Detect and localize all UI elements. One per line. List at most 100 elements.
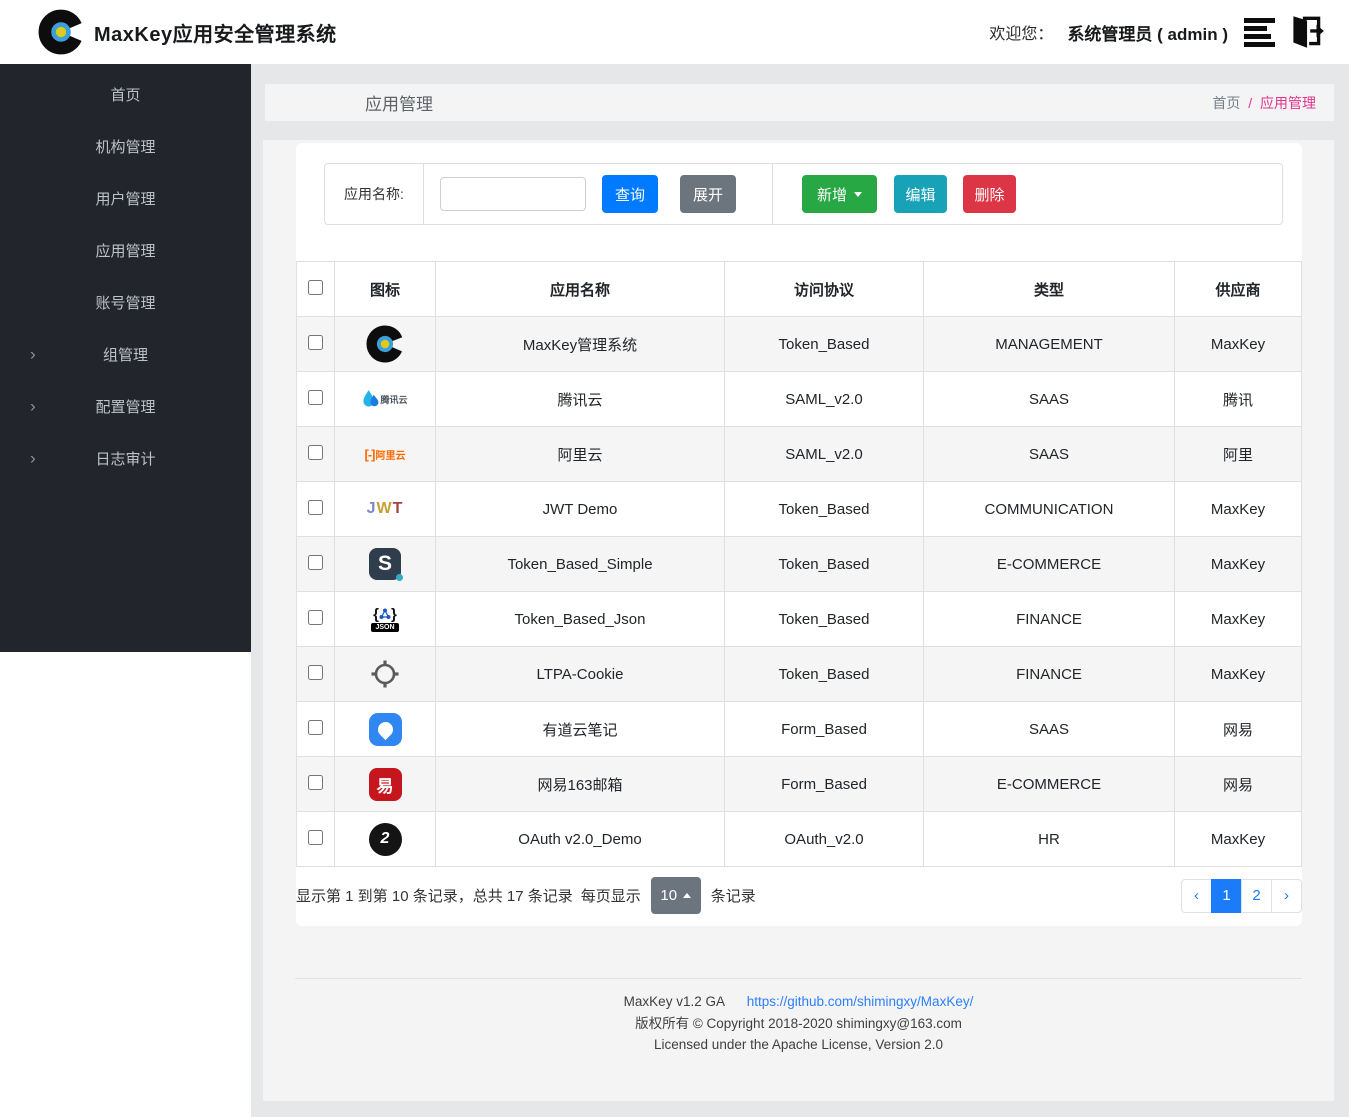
app-name-input[interactable]: [440, 177, 586, 211]
pager-page-button-1[interactable]: 1: [1211, 878, 1242, 913]
page-titlebar: 应用管理 首页 / 应用管理: [265, 84, 1334, 121]
protocol-cell: Form_Based: [724, 756, 924, 812]
records-unit-label: 条记录: [710, 888, 756, 905]
table-row[interactable]: {} JSON Token_Based_Json Token_Based FINANCE…: [296, 591, 1302, 647]
column-header-vendor: 供应商: [1174, 261, 1302, 317]
vendor-cell: MaxKey: [1174, 811, 1302, 867]
app-title: MaxKey应用安全管理系统: [94, 23, 337, 46]
vendor-cell: MaxKey: [1174, 646, 1302, 702]
sidebar-item-2[interactable]: 机构管理: [0, 120, 251, 172]
sidebar-item-label: 应用管理: [95, 242, 156, 260]
row-checkbox[interactable]: [308, 389, 323, 405]
row-checkbox[interactable]: [308, 774, 323, 790]
sidebar-spacer: [0, 652, 251, 1117]
delete-button[interactable]: 删除: [963, 175, 1016, 213]
select-all-cell: [296, 261, 335, 317]
type-cell: SAAS: [923, 371, 1175, 427]
json-icon: {} JSON: [371, 605, 399, 632]
toolbar-divider: [772, 164, 773, 224]
table-row[interactable]: MaxKey管理系统 Token_Based MANAGEMENT MaxKey: [296, 316, 1302, 372]
app-name-cell: LTPA-Cookie: [435, 646, 725, 702]
type-cell: E-COMMERCE: [923, 536, 1175, 592]
search-toolbar: 应用名称: 查询 展开 新增 编辑 删除: [324, 163, 1283, 225]
query-button[interactable]: 查询: [602, 175, 658, 213]
vendor-cell: 网易: [1174, 756, 1302, 812]
sidebar-item-label: 首页: [110, 86, 141, 104]
type-cell: SAAS: [923, 426, 1175, 482]
edit-button[interactable]: 编辑: [894, 175, 947, 213]
table-row[interactable]: 2 OAuth v2.0_Demo OAuth_v2.0 HR MaxKey: [296, 811, 1302, 867]
type-cell: E-COMMERCE: [923, 756, 1175, 812]
pager-prev-button[interactable]: ‹: [1181, 878, 1212, 913]
vendor-cell: 阿里: [1174, 426, 1302, 482]
sidebar-item-4[interactable]: 应用管理: [0, 224, 251, 276]
page-size-value: 10: [660, 887, 678, 904]
footer-github-link[interactable]: https://github.com/shimingxy/MaxKey/: [747, 994, 974, 1009]
protocol-cell: SAML_v2.0: [724, 371, 924, 427]
row-checkbox[interactable]: [308, 609, 323, 625]
maxkey-logo-icon: [38, 9, 84, 55]
table-row[interactable]: 有道云笔记 Form_Based SAAS 网易: [296, 701, 1302, 757]
breadcrumb: 首页 / 应用管理: [1212, 93, 1316, 113]
app-name-cell: Token_Based_Simple: [435, 536, 725, 592]
sidebar-item-5[interactable]: 账号管理: [0, 276, 251, 328]
breadcrumb-home[interactable]: 首页: [1212, 95, 1240, 111]
brand: MaxKey应用安全管理系统: [38, 9, 337, 55]
pager-page-button-2[interactable]: 2: [1241, 878, 1272, 913]
select-all-checkbox[interactable]: [308, 279, 323, 295]
type-cell: SAAS: [923, 701, 1175, 757]
protocol-cell: Token_Based: [724, 591, 924, 647]
chevron-right-icon: ›: [30, 396, 36, 416]
add-button[interactable]: 新增: [802, 175, 877, 213]
app-name-cell: OAuth v2.0_Demo: [435, 811, 725, 867]
footer: MaxKey v1.2 GA https://github.com/shimin…: [263, 979, 1334, 1056]
protocol-cell: Token_Based: [724, 481, 924, 537]
chevron-right-icon: ›: [30, 448, 36, 468]
row-checkbox[interactable]: [308, 444, 323, 460]
simple-s-icon: S: [367, 544, 403, 584]
welcome-label: 欢迎您：: [989, 26, 1054, 43]
applications-table: 图标 应用名称 访问协议 类型 供应商 MaxKey管理系统 Token_Base…: [296, 261, 1302, 867]
sidebar-item-label: 机构管理: [95, 138, 156, 156]
pager-next-button[interactable]: ›: [1271, 878, 1302, 913]
vendor-cell: 网易: [1174, 701, 1302, 757]
sidebar-item-6[interactable]: › 组管理: [0, 328, 251, 380]
row-checkbox[interactable]: [308, 554, 323, 570]
row-checkbox[interactable]: [308, 664, 323, 680]
logout-icon[interactable]: [1285, 14, 1327, 50]
sidebar-item-7[interactable]: › 配置管理: [0, 380, 251, 432]
sidebar-item-8[interactable]: › 日志审计: [0, 432, 251, 484]
chevron-right-icon: ›: [30, 344, 36, 364]
pagination-bar: 显示第 1 到第 10 条记录，总共 17 条记录 每页显示 10 条记录 ‹ 1…: [296, 877, 1302, 914]
table-row[interactable]: [-] 阿里云 阿里云 SAML_v2.0 SAAS 阿里: [296, 426, 1302, 482]
sidebar-item-3[interactable]: 用户管理: [0, 172, 251, 224]
table-row[interactable]: 腾讯云 腾讯云 SAML_v2.0 SAAS 腾讯: [296, 371, 1302, 427]
row-checkbox[interactable]: [308, 334, 323, 350]
row-checkbox[interactable]: [308, 499, 323, 515]
oauth2-icon: 2: [367, 819, 403, 859]
expand-button[interactable]: 展开: [680, 175, 736, 213]
table-row[interactable]: LTPA-Cookie Token_Based FINANCE MaxKey: [296, 646, 1302, 702]
row-checkbox[interactable]: [308, 829, 323, 845]
footer-copyright: 版权所有 © Copyright 2018-2020 shimingxy@163…: [635, 1015, 962, 1031]
row-checkbox[interactable]: [308, 719, 323, 735]
sidebar-item-1[interactable]: 首页: [0, 68, 251, 120]
page-title: 应用管理: [365, 95, 433, 114]
protocol-cell: Token_Based: [724, 536, 924, 592]
type-cell: HR: [923, 811, 1175, 867]
column-header-protocol: 访问协议: [724, 261, 924, 317]
table-row[interactable]: JWT JWT Demo Token_Based COMMUNICATION MaxKe…: [296, 481, 1302, 537]
page-size-dropdown[interactable]: 10: [650, 877, 701, 914]
app-name-cell: 有道云笔记: [435, 701, 725, 757]
sidebar-item-label: 日志审计: [95, 450, 156, 468]
table-row[interactable]: S Token_Based_Simple Token_Based E-COMMERCE…: [296, 536, 1302, 592]
type-cell: FINANCE: [923, 591, 1175, 647]
protocol-cell: Token_Based: [724, 646, 924, 702]
table-row[interactable]: 易网易163邮箱 Form_Based E-COMMERCE 网易: [296, 756, 1302, 812]
app-name-cell: JWT Demo: [435, 481, 725, 537]
type-cell: COMMUNICATION: [923, 481, 1175, 537]
sidebar-item-label: 配置管理: [95, 398, 156, 416]
vendor-cell: 腾讯: [1174, 371, 1302, 427]
sidebar-item-label: 账号管理: [95, 294, 156, 312]
menu-list-icon[interactable]: [1244, 17, 1275, 47]
